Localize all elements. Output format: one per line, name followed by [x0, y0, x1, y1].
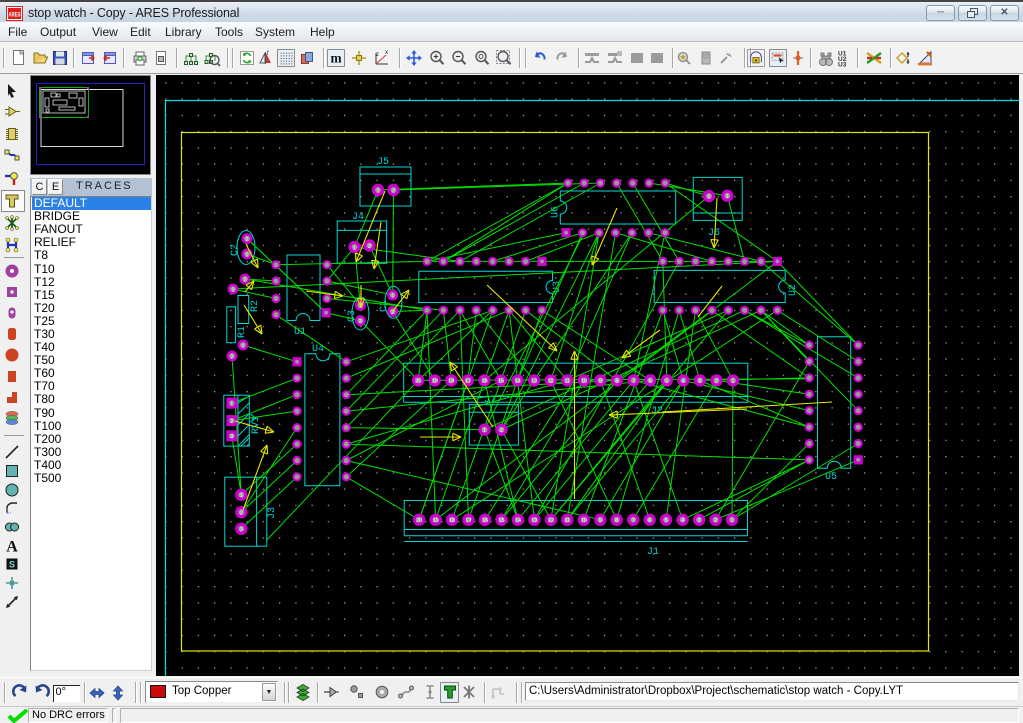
svg-text:J1: J1: [647, 547, 659, 558]
svg-text:20: 20: [416, 518, 422, 524]
svg-text:11: 11: [564, 379, 570, 385]
svg-text:1: 1: [483, 428, 486, 434]
svg-text:1: 1: [245, 252, 248, 258]
svg-text:S: S: [9, 560, 15, 570]
svg-text:16: 16: [482, 518, 488, 524]
svg-text:6: 6: [648, 518, 651, 524]
svg-text:7: 7: [632, 518, 635, 524]
svg-text:20: 20: [415, 379, 421, 385]
svg-text:13: 13: [531, 379, 537, 385]
svg-text:U3: U3: [552, 281, 563, 293]
svg-text:9: 9: [599, 518, 602, 524]
svg-text:19: 19: [432, 518, 438, 524]
svg-text:2: 2: [715, 379, 718, 385]
svg-text:1: 1: [230, 401, 233, 407]
svg-text:2: 2: [714, 518, 717, 524]
svg-text:12: 12: [548, 379, 554, 385]
svg-text:1: 1: [730, 518, 733, 524]
svg-text:1: 1: [731, 379, 734, 385]
svg-text:J6: J6: [708, 228, 720, 239]
svg-text:5: 5: [664, 518, 667, 524]
svg-text:17: 17: [465, 518, 471, 524]
svg-text:16: 16: [481, 379, 487, 385]
svg-text:3: 3: [697, 518, 700, 524]
svg-text:2: 2: [368, 244, 371, 250]
svg-text:1: 1: [391, 293, 394, 299]
svg-text:19: 19: [432, 379, 438, 385]
svg-text:U3: U3: [838, 62, 847, 68]
svg-text:14: 14: [515, 518, 522, 524]
svg-text:12: 12: [548, 518, 554, 524]
svg-text:2: 2: [230, 419, 233, 425]
svg-text:2: 2: [707, 194, 710, 200]
svg-text:RV1: RV1: [251, 416, 262, 434]
svg-text:1: 1: [240, 493, 243, 499]
svg-text:2: 2: [392, 188, 395, 194]
svg-text:10: 10: [581, 379, 587, 385]
svg-text:2: 2: [243, 277, 246, 283]
svg-text:1: 1: [353, 245, 356, 251]
svg-text:x: x: [385, 50, 388, 56]
svg-text:J3: J3: [267, 507, 278, 519]
svg-text:3: 3: [230, 434, 233, 440]
svg-text:2: 2: [500, 428, 503, 434]
svg-text:17: 17: [465, 379, 471, 385]
svg-text:10: 10: [581, 518, 587, 524]
svg-text:U5: U5: [825, 472, 837, 483]
svg-text:1: 1: [726, 194, 729, 200]
svg-text:6: 6: [649, 379, 652, 385]
svg-text:11: 11: [564, 518, 570, 524]
svg-text:R1: R1: [237, 326, 248, 338]
svg-text:8: 8: [615, 379, 618, 385]
svg-text:2: 2: [245, 237, 248, 243]
svg-text:m: m: [330, 50, 341, 65]
svg-text:J5: J5: [377, 157, 389, 168]
svg-text:15: 15: [498, 379, 504, 385]
svg-text:C2: C2: [230, 244, 241, 256]
svg-text:ARES: ARES: [9, 12, 21, 19]
svg-text:18: 18: [448, 379, 454, 385]
svg-text:1: 1: [231, 287, 234, 293]
svg-text:15: 15: [498, 518, 504, 524]
svg-text:13: 13: [531, 518, 537, 524]
svg-text:U1: U1: [294, 327, 306, 338]
svg-text:3: 3: [240, 527, 243, 533]
svg-text:1: 1: [241, 343, 244, 349]
svg-text:2: 2: [359, 319, 362, 325]
svg-text:9: 9: [599, 379, 602, 385]
svg-text:z: z: [376, 52, 379, 58]
svg-text:8: 8: [615, 518, 618, 524]
svg-text:14: 14: [514, 379, 521, 385]
svg-text:5: 5: [665, 379, 668, 385]
svg-text:R2: R2: [250, 300, 261, 312]
svg-text:18: 18: [449, 518, 455, 524]
svg-text:1: 1: [376, 188, 379, 194]
svg-text:7: 7: [632, 379, 635, 385]
svg-text:f: f: [267, 51, 269, 57]
svg-text:J4: J4: [352, 212, 364, 223]
svg-text:2: 2: [230, 354, 233, 360]
svg-text:A: A: [6, 539, 18, 556]
svg-text:2: 2: [240, 511, 243, 517]
svg-text:3: 3: [698, 379, 701, 385]
